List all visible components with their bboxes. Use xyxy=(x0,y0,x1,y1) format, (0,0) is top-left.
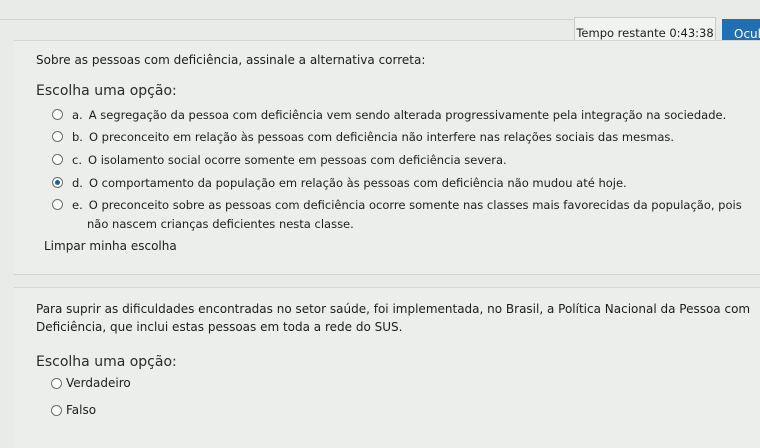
question-2-choose-label: Escolha uma opção: xyxy=(36,354,177,370)
option-e-letter: e. xyxy=(72,198,83,212)
option-c-radio[interactable] xyxy=(52,154,63,165)
option-a[interactable]: a. A segregação da pessoa com deficiênci… xyxy=(52,108,726,122)
option-a-text: A segregação da pessoa com deficiência v… xyxy=(88,108,727,122)
question-2-text-line1: Para suprir as dificuldades encontradas … xyxy=(36,302,751,316)
header-divider xyxy=(0,19,575,20)
timer-label: Tempo restante xyxy=(576,26,666,40)
option-a-radio[interactable] xyxy=(52,109,63,120)
question-2-text-line2: Deficiência, que inclui estas pessoas em… xyxy=(36,320,403,334)
option-e-radio[interactable] xyxy=(52,199,63,210)
option-false-label: Falso xyxy=(66,403,97,417)
question-1-choose-label: Escolha uma opção: xyxy=(36,83,177,99)
option-d-radio[interactable] xyxy=(52,177,63,188)
option-c-text: O isolamento social ocorre somente em pe… xyxy=(87,153,507,167)
option-true-radio[interactable] xyxy=(51,377,62,389)
option-d[interactable]: d. O comportamento da população em relaç… xyxy=(52,176,627,190)
option-b-text: O preconceito em relação às pessoas com … xyxy=(88,130,675,144)
clear-choice-link[interactable]: Limpar minha escolha xyxy=(44,239,177,253)
option-d-text: O comportamento da população em relação … xyxy=(88,176,627,190)
option-a-letter: a. xyxy=(72,108,83,122)
option-c[interactable]: c. O isolamento social ocorre somente em… xyxy=(52,153,507,167)
option-b-letter: b. xyxy=(72,130,83,144)
option-true[interactable]: Verdadeiro xyxy=(51,376,131,390)
option-b[interactable]: b. O preconceito em relação às pessoas c… xyxy=(52,130,674,144)
option-e[interactable]: e. O preconceito sobre as pessoas com de… xyxy=(52,198,742,212)
option-b-radio[interactable] xyxy=(52,131,63,142)
option-e-continuation: não nascem crianças deficientes nesta cl… xyxy=(87,217,354,231)
option-false[interactable]: Falso xyxy=(51,403,96,417)
option-d-letter: d. xyxy=(72,176,83,190)
option-false-radio[interactable] xyxy=(51,404,62,416)
question-1-card: Sobre as pessoas com deficiência, assina… xyxy=(14,40,760,275)
question-2-card: Para suprir as dificuldades encontradas … xyxy=(14,287,760,448)
option-e-text: O preconceito sobre as pessoas com defic… xyxy=(88,198,742,212)
option-c-letter: c. xyxy=(72,153,82,167)
option-true-label: Verdadeiro xyxy=(66,376,131,390)
timer-value: 0:43:38 xyxy=(669,26,714,40)
question-1-text: Sobre as pessoas com deficiência, assina… xyxy=(36,53,426,67)
